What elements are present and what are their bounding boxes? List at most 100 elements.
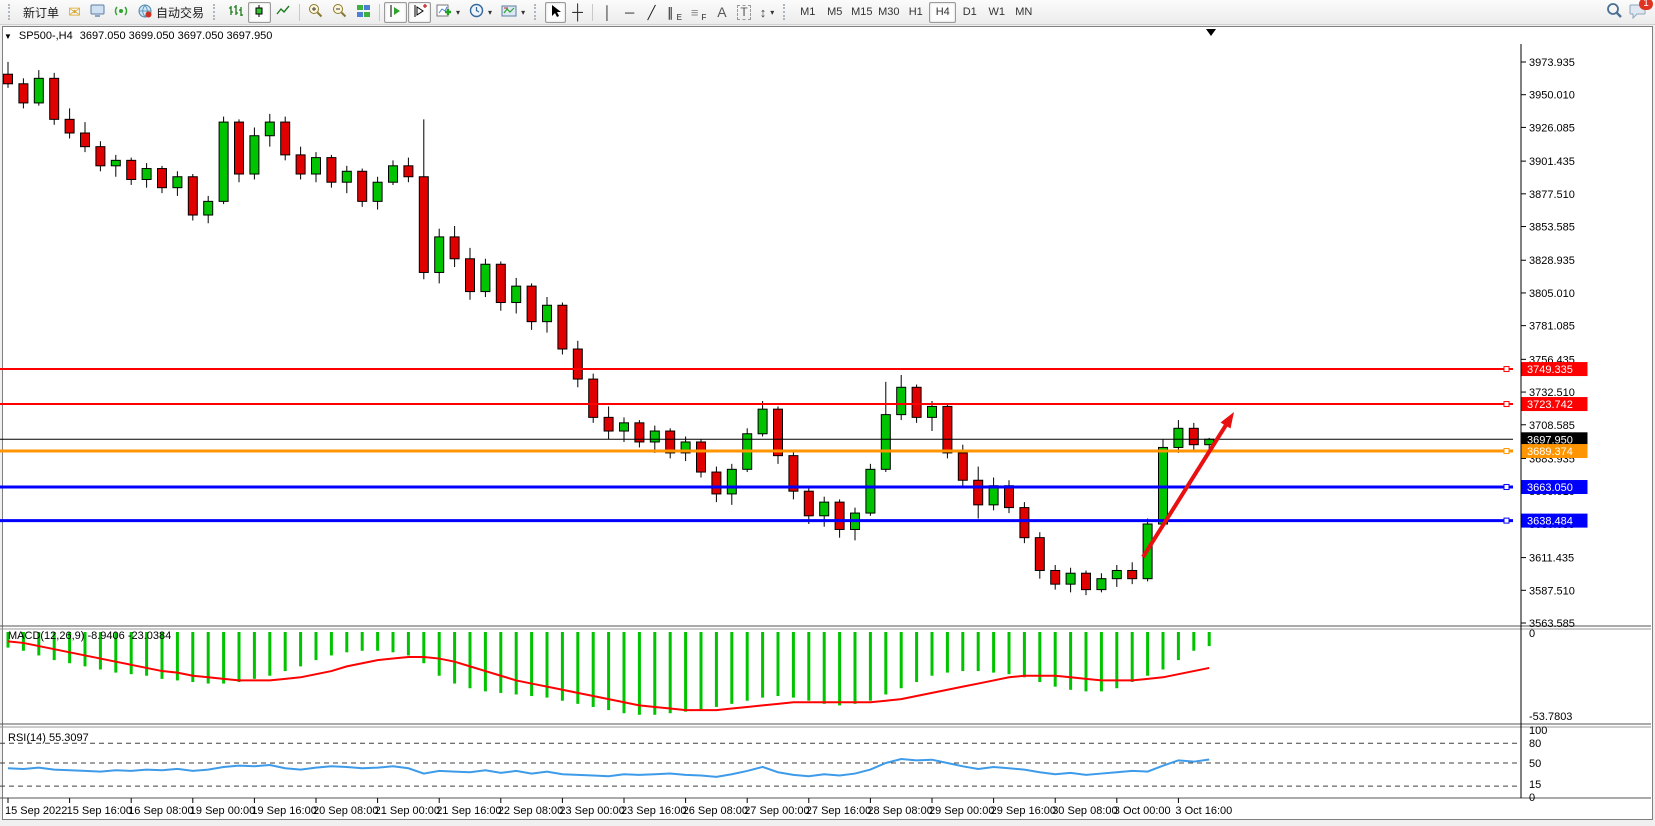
chart-symbol-title: SP500-,H4 bbox=[19, 30, 73, 42]
bar-chart-icon bbox=[228, 4, 243, 21]
indicators-icon bbox=[436, 4, 452, 21]
fibonacci-icon: ≡ bbox=[691, 6, 699, 19]
auto-trading-button[interactable]: 自动交易 bbox=[134, 2, 208, 23]
svg-text:3749.335: 3749.335 bbox=[1527, 364, 1573, 376]
svg-text:3926.085: 3926.085 bbox=[1529, 122, 1575, 134]
svg-text:3828.935: 3828.935 bbox=[1529, 255, 1575, 267]
svg-text:19 Sep 16:00: 19 Sep 16:00 bbox=[251, 805, 316, 817]
templates-button[interactable]: ▾ bbox=[497, 2, 529, 23]
svg-text:3611.435: 3611.435 bbox=[1529, 553, 1574, 565]
zoom-in-icon bbox=[308, 3, 323, 21]
crosshair-button[interactable]: ┼ bbox=[567, 2, 588, 23]
svg-text:21 Sep 00:00: 21 Sep 00:00 bbox=[375, 805, 440, 817]
toolbar-grip[interactable] bbox=[8, 4, 14, 20]
timeframe-toolbar: M1M5M15M30H1H4D1W1MN bbox=[794, 2, 1037, 23]
svg-text:3638.484: 3638.484 bbox=[1527, 516, 1573, 528]
toolbar-grip[interactable] bbox=[783, 4, 789, 20]
toolbar-grip[interactable] bbox=[534, 4, 540, 20]
indicators-button[interactable]: ▾ bbox=[432, 2, 464, 23]
timeframe-m30-button[interactable]: M30 bbox=[875, 2, 902, 23]
signal-icon bbox=[114, 4, 129, 21]
candles-layer bbox=[4, 62, 1214, 595]
svg-text:3805.010: 3805.010 bbox=[1529, 288, 1575, 300]
toolbar-separator bbox=[379, 4, 380, 21]
svg-text:3723.742: 3723.742 bbox=[1527, 399, 1573, 411]
timeframe-w1-button[interactable]: W1 bbox=[983, 2, 1010, 23]
chevron-down-icon: ▾ bbox=[456, 8, 460, 17]
notification-badge: 1 bbox=[1639, 0, 1653, 10]
new-order-button[interactable]: 新订单 bbox=[19, 2, 63, 23]
periods-button[interactable]: ▾ bbox=[465, 2, 496, 23]
arrows-icon: ↕ bbox=[760, 6, 767, 19]
macd-layer: MACD(12,26,9) -8.9406 -23.03840-53.7803 bbox=[7, 628, 1573, 723]
mail-icon: ✉ bbox=[68, 6, 81, 19]
crosshair-icon: ┼ bbox=[572, 6, 583, 19]
level-lines-layer bbox=[0, 367, 1513, 524]
svg-text:29 Sep 16:00: 29 Sep 16:00 bbox=[991, 805, 1056, 817]
text-icon: A bbox=[717, 6, 726, 19]
svg-text:MACD(12,26,9) -8.9406 -23.0384: MACD(12,26,9) -8.9406 -23.0384 bbox=[8, 630, 171, 642]
toolbar-separator bbox=[299, 4, 300, 21]
timeframe-mn-button[interactable]: MN bbox=[1010, 2, 1037, 23]
zoom-out-button[interactable] bbox=[328, 2, 351, 23]
line-chart-button[interactable] bbox=[272, 2, 295, 23]
annotations-layer[interactable] bbox=[1143, 29, 1234, 557]
search-icon[interactable] bbox=[1606, 2, 1623, 22]
auto-scroll-icon bbox=[388, 4, 403, 21]
text-label-button[interactable]: T bbox=[733, 2, 754, 23]
cursor-button[interactable] bbox=[545, 2, 566, 23]
chevron-down-icon: ▾ bbox=[521, 8, 525, 17]
svg-text:28 Sep 08:00: 28 Sep 08:00 bbox=[867, 805, 932, 817]
equidistant-channel-button[interactable]: ∥ E bbox=[663, 2, 686, 23]
fibonacci-button[interactable]: ≡ F bbox=[687, 2, 710, 23]
horizontal-line-icon: ─ bbox=[625, 6, 634, 19]
tile-windows-button[interactable] bbox=[352, 2, 375, 23]
chart-canvas[interactable]: 3973.9353950.0103926.0853901.4353877.510… bbox=[0, 0, 1655, 826]
svg-text:22 Sep 08:00: 22 Sep 08:00 bbox=[498, 805, 563, 817]
svg-text:15: 15 bbox=[1529, 779, 1541, 791]
svg-text:21 Sep 16:00: 21 Sep 16:00 bbox=[436, 805, 501, 817]
new-order-label: 新订单 bbox=[23, 4, 59, 21]
collapse-icon[interactable]: ▼ bbox=[4, 32, 12, 41]
timeframe-h4-button[interactable]: H4 bbox=[929, 2, 956, 23]
timeframe-m1-button[interactable]: M1 bbox=[794, 2, 821, 23]
svg-text:3877.510: 3877.510 bbox=[1529, 189, 1575, 201]
svg-text:3 Oct 00:00: 3 Oct 00:00 bbox=[1114, 805, 1171, 817]
cursor-icon bbox=[549, 4, 562, 21]
svg-text:19 Sep 00:00: 19 Sep 00:00 bbox=[190, 805, 255, 817]
svg-text:16 Sep 08:00: 16 Sep 08:00 bbox=[128, 805, 193, 817]
svg-text:50: 50 bbox=[1529, 758, 1541, 770]
chart-shift-button[interactable] bbox=[408, 2, 431, 23]
svg-text:0: 0 bbox=[1529, 792, 1535, 804]
clock-icon bbox=[469, 3, 484, 21]
chart-title-bar: ▼ SP500-,H4 3697.050 3699.050 3697.050 3… bbox=[4, 29, 272, 43]
svg-text:30 Sep 08:00: 30 Sep 08:00 bbox=[1052, 805, 1117, 817]
timeframe-m5-button[interactable]: M5 bbox=[821, 2, 848, 23]
auto-trading-label: 自动交易 bbox=[156, 4, 204, 21]
svg-text:-53.7803: -53.7803 bbox=[1529, 711, 1572, 723]
svg-text:3950.010: 3950.010 bbox=[1529, 90, 1575, 102]
line-chart-icon bbox=[276, 4, 291, 21]
zoom-in-button[interactable] bbox=[304, 2, 327, 23]
candlestick-icon bbox=[252, 4, 267, 21]
toolbar-grip[interactable] bbox=[213, 4, 219, 20]
text-button[interactable]: A bbox=[711, 2, 732, 23]
vertical-line-button[interactable]: │ bbox=[597, 2, 618, 23]
vertical-line-icon: │ bbox=[604, 6, 612, 19]
horizontal-line-button[interactable]: ─ bbox=[619, 2, 640, 23]
arrows-button[interactable]: ↕ ▾ bbox=[756, 2, 779, 23]
channel-icon: ∥ bbox=[667, 6, 674, 19]
signal-button[interactable] bbox=[110, 2, 133, 23]
timeframe-d1-button[interactable]: D1 bbox=[956, 2, 983, 23]
timeframe-h1-button[interactable]: H1 bbox=[902, 2, 929, 23]
community-button[interactable]: 1 bbox=[1629, 2, 1647, 22]
svg-text:26 Sep 08:00: 26 Sep 08:00 bbox=[683, 805, 748, 817]
channel-icon-sub: E bbox=[677, 13, 682, 22]
funds-button[interactable]: ✉ bbox=[64, 2, 85, 23]
candlestick-chart-button[interactable] bbox=[248, 2, 271, 23]
timeframe-m15-button[interactable]: M15 bbox=[848, 2, 875, 23]
trendline-button[interactable]: ╱ bbox=[641, 2, 662, 23]
auto-scroll-button[interactable] bbox=[384, 2, 407, 23]
bar-chart-button[interactable] bbox=[224, 2, 247, 23]
terminal-button[interactable] bbox=[86, 2, 109, 23]
